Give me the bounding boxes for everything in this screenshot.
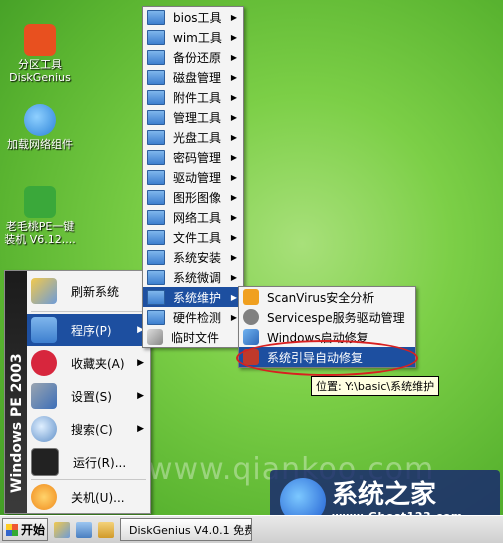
folder-icon bbox=[147, 89, 165, 105]
folder-icon bbox=[147, 29, 165, 45]
chevron-right-icon: ▶ bbox=[230, 312, 237, 322]
chevron-right-icon: ▶ bbox=[137, 391, 144, 401]
chevron-right-icon: ▶ bbox=[230, 32, 237, 42]
program-item[interactable]: 附件工具 ▶ bbox=[143, 87, 243, 107]
program-item-system-maintenance[interactable]: 系统维护 ▶ bbox=[143, 287, 243, 307]
folder-icon bbox=[147, 189, 165, 205]
chevron-right-icon: ▶ bbox=[230, 72, 237, 82]
chevron-right-icon: ▶ bbox=[230, 272, 237, 282]
program-item[interactable]: 光盘工具 ▶ bbox=[143, 127, 243, 147]
divider bbox=[31, 479, 146, 480]
heart-icon bbox=[31, 350, 57, 376]
start-item-favorites[interactable]: 收藏夹(A) ▶ bbox=[27, 347, 150, 379]
program-item[interactable]: 磁盘管理 ▶ bbox=[143, 67, 243, 87]
desktop-icon-diskgenius[interactable]: 分区工具 DiskGenius bbox=[0, 24, 80, 84]
chevron-right-icon: ▶ bbox=[137, 424, 144, 434]
chevron-right-icon: ▶ bbox=[230, 112, 237, 122]
windows-icon bbox=[243, 329, 259, 345]
maint-item-scanvirus[interactable]: ScanVirus安全分析 bbox=[239, 287, 415, 307]
start-item-search[interactable]: 搜索(C) ▶ bbox=[27, 413, 150, 445]
folder-icon bbox=[147, 209, 165, 225]
chevron-right-icon: ▶ bbox=[230, 192, 237, 202]
start-item-refresh[interactable]: 刷新系统 bbox=[27, 275, 150, 307]
task-diskgenius[interactable]: DiskGenius V4.0.1 免费版 bbox=[120, 518, 252, 541]
start-menu: Windows PE 2003 刷新系统 程序(P) ▶ 收藏夹(A) ▶ 设置… bbox=[4, 270, 151, 514]
chevron-right-icon: ▶ bbox=[230, 252, 237, 262]
refresh-broom-icon bbox=[31, 278, 57, 304]
program-item[interactable]: 文件工具 ▶ bbox=[143, 227, 243, 247]
folder-icon bbox=[147, 129, 165, 145]
program-item[interactable]: bios工具 ▶ bbox=[143, 7, 243, 27]
chevron-right-icon: ▶ bbox=[230, 152, 237, 162]
tools-icon bbox=[31, 383, 57, 409]
start-item-run[interactable]: 运行(R)... bbox=[27, 446, 150, 478]
desktop-icon-laomaotao[interactable]: 老毛桃PE一键 装机 V6.12.... bbox=[0, 186, 80, 246]
start-menu-brand: Windows PE 2003 bbox=[9, 353, 25, 493]
desktop-icon-label: 分区工具 bbox=[18, 58, 62, 71]
network-globe-icon bbox=[24, 104, 56, 136]
chevron-right-icon: ▶ bbox=[230, 52, 237, 62]
program-item[interactable]: 系统安装 ▶ bbox=[143, 247, 243, 267]
program-item-temp-files[interactable]: 临时文件 bbox=[143, 327, 243, 347]
laomaotao-icon bbox=[24, 186, 56, 218]
desktop-icon-network[interactable]: 加载网络组件 bbox=[0, 104, 80, 151]
desktop-icon-label: 装机 V6.12.... bbox=[4, 233, 76, 246]
location-tooltip: 位置: Y:\basic\系统维护 bbox=[311, 376, 440, 396]
quicklaunch-tool-icon[interactable] bbox=[54, 521, 70, 538]
program-item[interactable]: 网络工具 ▶ bbox=[143, 207, 243, 227]
folder-icon bbox=[147, 149, 165, 165]
quicklaunch-explorer-icon[interactable] bbox=[98, 521, 114, 538]
folder-icon bbox=[147, 49, 165, 65]
maint-item-servicespe[interactable]: Servicespe服务驱动管理 bbox=[239, 307, 415, 327]
program-item[interactable]: 硬件检测 ▶ bbox=[143, 307, 243, 327]
run-terminal-icon bbox=[31, 448, 59, 476]
folder-icon bbox=[147, 109, 165, 125]
desktop-icon-label: 老毛桃PE一键 bbox=[5, 220, 75, 233]
taskbar: 开始 DiskGenius V4.0.1 免费版 bbox=[0, 515, 503, 543]
chevron-right-icon: ▶ bbox=[230, 132, 237, 142]
chevron-right-icon: ▶ bbox=[137, 358, 144, 368]
folder-icon bbox=[147, 69, 165, 85]
divider bbox=[31, 311, 146, 312]
chevron-right-icon: ▶ bbox=[230, 292, 237, 302]
folder-icon bbox=[147, 249, 165, 265]
gear-icon bbox=[243, 309, 259, 325]
start-item-programs[interactable]: 程序(P) ▶ bbox=[27, 314, 150, 346]
temp-files-icon bbox=[147, 329, 163, 345]
start-menu-banner: Windows PE 2003 bbox=[5, 271, 27, 513]
start-button[interactable]: 开始 bbox=[2, 518, 48, 541]
folder-icon bbox=[147, 9, 165, 25]
folder-icon bbox=[147, 309, 165, 325]
scanvirus-icon bbox=[243, 289, 259, 305]
quicklaunch-computer-icon[interactable] bbox=[76, 521, 92, 538]
desktop-icon-label: 加载网络组件 bbox=[7, 138, 73, 151]
chevron-right-icon: ▶ bbox=[230, 172, 237, 182]
program-item[interactable]: 驱动管理 ▶ bbox=[143, 167, 243, 187]
program-item[interactable]: wim工具 ▶ bbox=[143, 27, 243, 47]
chevron-right-icon: ▶ bbox=[230, 232, 237, 242]
magnifier-icon bbox=[31, 416, 57, 442]
program-item[interactable]: 管理工具 ▶ bbox=[143, 107, 243, 127]
programs-folder-icon bbox=[31, 317, 57, 343]
program-item[interactable]: 备份还原 ▶ bbox=[143, 47, 243, 67]
folder-icon bbox=[147, 289, 165, 305]
folder-icon bbox=[147, 269, 165, 285]
chevron-right-icon: ▶ bbox=[230, 92, 237, 102]
programs-menu: bios工具 ▶ wim工具 ▶ 备份还原 ▶ 磁盘管理 ▶ 附件工具 ▶ 管理工具 ▶ 光… bbox=[142, 6, 244, 348]
program-item[interactable]: 系统微调 ▶ bbox=[143, 267, 243, 287]
chevron-right-icon: ▶ bbox=[230, 12, 237, 22]
folder-icon bbox=[147, 169, 165, 185]
desktop-icon-label: DiskGenius bbox=[9, 71, 71, 84]
start-item-shutdown[interactable]: 关机(U)... bbox=[27, 481, 150, 513]
brand-title: 系统之家 bbox=[332, 480, 437, 510]
highlight-ellipse bbox=[236, 340, 418, 376]
folder-icon bbox=[147, 229, 165, 245]
program-item[interactable]: 密码管理 ▶ bbox=[143, 147, 243, 167]
start-item-settings[interactable]: 设置(S) ▶ bbox=[27, 380, 150, 412]
diskgenius-icon bbox=[24, 24, 56, 56]
chevron-right-icon: ▶ bbox=[230, 212, 237, 222]
power-icon bbox=[31, 484, 57, 510]
program-item[interactable]: 图形图像 ▶ bbox=[143, 187, 243, 207]
windows-logo-icon bbox=[6, 523, 18, 536]
